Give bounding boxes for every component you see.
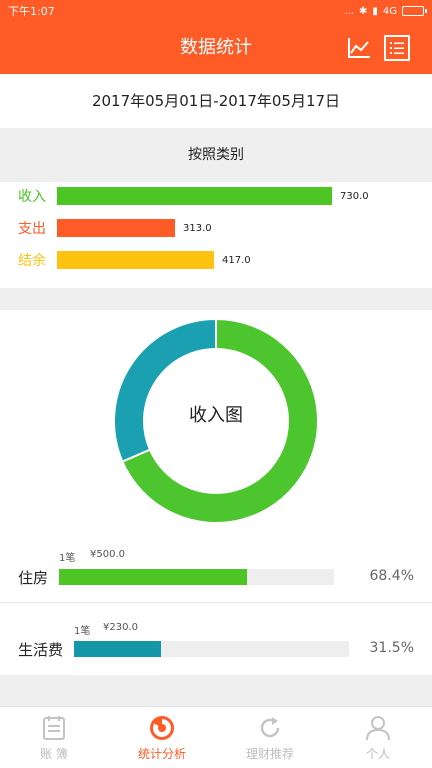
- summary-row-balance: 结余 417.0: [18, 251, 251, 269]
- item-progress-track: [59, 569, 334, 585]
- bluetooth-icon: ✱: [358, 5, 368, 17]
- nav-ledger-label: 账 簿: [40, 746, 68, 761]
- line-chart-icon: [348, 38, 370, 58]
- nav-statistics-label: 统计分析: [137, 746, 186, 761]
- summary-row-income: 收入 730.0: [18, 187, 369, 205]
- battery-icon: [402, 6, 427, 16]
- status-indicators: ... ✱ ▮ 4G: [344, 5, 427, 17]
- item-name: 住房: [18, 569, 49, 587]
- balance-value: 417.0: [222, 254, 251, 266]
- balance-bar: [57, 251, 214, 269]
- income-bar: [57, 187, 332, 205]
- expense-bar: [57, 219, 175, 237]
- item-count: 1笔: [59, 553, 76, 564]
- date-range-selector[interactable]: 2017年05月01日-2017年05月17日: [0, 74, 432, 128]
- item-amount: ¥230.0: [103, 622, 138, 633]
- item-percent: 31.5%: [369, 640, 414, 656]
- income-label: 收入: [18, 189, 46, 205]
- nav-statistics[interactable]: 统计分析: [108, 707, 216, 768]
- status-bar: 下午1:07 ... ✱ ▮ 4G: [0, 0, 432, 22]
- item-progress-track: [74, 641, 349, 657]
- signal-icon: ▮: [372, 5, 378, 17]
- nav-ledger[interactable]: 账 簿: [0, 707, 108, 768]
- date-range-text: 2017年05月01日-2017年05月17日: [91, 92, 341, 110]
- bottom-nav: 账 簿 统计分析 理财推荐 个人: [0, 706, 432, 768]
- list-icon: [390, 42, 404, 54]
- expense-value: 313.0: [183, 222, 212, 234]
- expense-label: 支出: [18, 221, 46, 237]
- summary-row-expense: 支出 313.0: [18, 219, 212, 237]
- ledger-icon: [40, 714, 68, 742]
- status-time: 下午1:07: [8, 5, 55, 18]
- nav-profile-label: 个人: [365, 746, 390, 761]
- donut-center-label: 收入图: [189, 405, 243, 426]
- list-item-living[interactable]: 1笔 ¥230.0 生活费 31.5%: [0, 603, 432, 675]
- category-mode[interactable]: 按照类别: [0, 128, 432, 182]
- list-view-button[interactable]: [384, 35, 410, 61]
- item-amount: ¥500.0: [90, 549, 125, 560]
- nav-finance-label: 理财推荐: [245, 746, 294, 761]
- app-bar: 数据统计: [0, 22, 432, 74]
- category-mode-label: 按照类别: [188, 147, 244, 163]
- balance-label: 结余: [18, 253, 46, 269]
- nav-profile[interactable]: 个人: [324, 707, 432, 768]
- list-item-housing[interactable]: 1笔 ¥500.0 住房 68.4%: [0, 540, 432, 602]
- pie-chart-icon: [148, 714, 176, 742]
- refresh-icon: [256, 714, 284, 742]
- item-progress-fill: [59, 569, 248, 585]
- item-name: 生活费: [18, 641, 64, 659]
- nav-finance[interactable]: 理财推荐: [216, 707, 324, 768]
- more-dots: ...: [344, 5, 354, 17]
- item-progress-fill: [74, 641, 161, 657]
- income-value: 730.0: [340, 190, 369, 202]
- line-chart-button[interactable]: [346, 35, 372, 61]
- person-icon: [364, 714, 392, 742]
- summary-panel: 收入 730.0 支出 313.0 结余 417.0: [0, 182, 432, 288]
- network-label: 4G: [382, 5, 397, 17]
- item-percent: 68.4%: [369, 568, 414, 584]
- item-count: 1笔: [74, 626, 91, 637]
